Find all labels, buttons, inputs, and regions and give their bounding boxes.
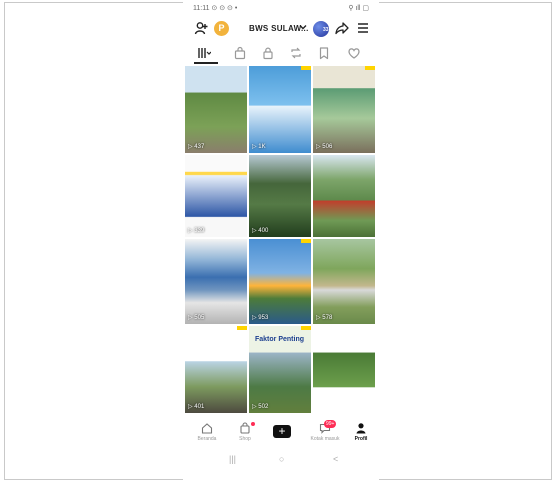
nav-shop-label: Shop: [239, 436, 251, 442]
video-thumbnail[interactable]: ▷ 578: [313, 239, 375, 324]
video-thumbnail[interactable]: ▷ 505: [185, 239, 247, 324]
nav-profile-label: Profil: [354, 436, 368, 442]
view-count: ▷ 505: [188, 315, 205, 321]
thumbnail-logo: [301, 239, 311, 243]
nav-profile[interactable]: Profil: [343, 422, 379, 442]
share-icon[interactable]: [335, 21, 349, 35]
inbox-count-badge: 99+: [324, 420, 337, 428]
shop-notification-dot: [251, 422, 255, 426]
view-count: ▷ 400: [252, 228, 269, 234]
nav-home-label: Beranda: [197, 436, 217, 442]
video-thumbnail[interactable]: [313, 326, 375, 413]
nav-shop[interactable]: Shop: [227, 422, 263, 442]
status-icons: ⚲ ıll ▢: [348, 5, 369, 12]
shop-bag-icon: [240, 422, 250, 434]
video-thumbnail[interactable]: ▷ 400: [249, 155, 311, 237]
profile-icon: [356, 423, 366, 434]
status-time: 11:11 ⊙ ⊙ ⊙ •: [193, 5, 238, 12]
profile-header: P BWS SULAW... 33: [183, 18, 379, 40]
view-count: ▷ 1K: [252, 144, 266, 150]
system-nav-bar: ||| ○ <: [183, 454, 379, 468]
video-thumbnail[interactable]: ▷ 401: [185, 326, 247, 413]
bookmark-icon: [319, 47, 329, 60]
shop-bag-icon: [234, 46, 246, 60]
add-user-icon[interactable]: [194, 21, 208, 35]
video-thumbnail[interactable]: ▷ 953: [249, 239, 311, 324]
status-bar: 11:11 ⊙ ⊙ ⊙ • ⚲ ıll ▢: [183, 4, 379, 14]
tab-liked[interactable]: [347, 46, 361, 60]
tab-reposts[interactable]: [289, 46, 303, 60]
create-button[interactable]: +: [273, 425, 291, 438]
recent-apps-button[interactable]: |||: [229, 454, 236, 464]
view-count: ▷ 953: [252, 315, 269, 321]
tab-private[interactable]: [261, 46, 275, 60]
grid-icon: [198, 48, 212, 58]
tab-favorites[interactable]: [317, 46, 331, 60]
tab-shop[interactable]: [233, 46, 247, 60]
home-icon: [201, 423, 213, 434]
chevron-down-icon[interactable]: [299, 23, 307, 31]
thumbnail-logo: [365, 66, 375, 70]
video-thumbnail[interactable]: ▷ 506: [313, 66, 375, 153]
thumbnail-logo: [237, 326, 247, 330]
menu-icon[interactable]: [357, 22, 369, 34]
points-badge[interactable]: P: [214, 21, 229, 36]
video-thumbnail[interactable]: ▷ 339: [185, 155, 247, 237]
active-tab-indicator: [194, 62, 218, 64]
account-avatar[interactable]: 33: [313, 21, 329, 37]
nav-home[interactable]: Beranda: [189, 422, 225, 442]
bottom-nav: Beranda Shop + Kotak masuk 99+ Profil: [183, 420, 379, 448]
view-count: ▷ 578: [316, 315, 333, 321]
thumbnail-logo: [301, 326, 311, 330]
lock-icon: [263, 47, 273, 60]
phone-screen: 11:11 ⊙ ⊙ ⊙ • ⚲ ıll ▢ P BWS SULAW... 33: [183, 0, 379, 483]
view-count: ▷ 339: [188, 228, 205, 234]
view-count: ▷ 506: [316, 144, 333, 150]
profile-tabs: [183, 44, 379, 64]
view-count: ▷ 502: [252, 404, 269, 410]
system-back-button[interactable]: <: [333, 454, 338, 464]
tab-videos[interactable]: [197, 46, 212, 60]
view-count: ▷ 437: [188, 144, 205, 150]
video-grid: ▷ 437 ▷ 1K ▷ 506 ▷ 339 ▷ 400 ▷ 505 ▷ 953…: [185, 66, 379, 418]
repost-icon: [291, 47, 301, 59]
view-count: ▷ 401: [188, 404, 205, 410]
video-thumbnail[interactable]: ▷ 437: [185, 66, 247, 153]
system-home-button[interactable]: ○: [279, 454, 284, 464]
avatar-text: 33: [323, 27, 329, 33]
thumbnail-logo: [301, 66, 311, 70]
video-thumbnail[interactable]: [313, 155, 375, 237]
nav-inbox-label: Kotak masuk: [310, 436, 340, 442]
video-thumbnail[interactable]: ▷ 1K: [249, 66, 311, 153]
heart-icon: [348, 48, 360, 59]
video-thumbnail[interactable]: Faktor Penting ▷ 502: [249, 326, 311, 413]
thumbnail-title: Faktor Penting: [255, 336, 305, 343]
